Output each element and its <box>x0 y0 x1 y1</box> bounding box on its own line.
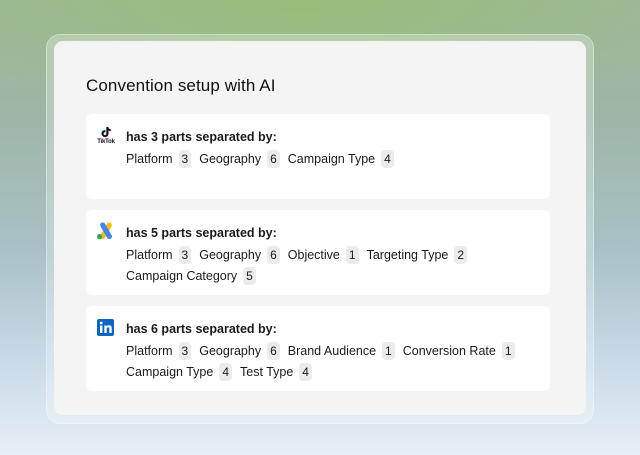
part-label: Campaign Type <box>287 151 376 166</box>
part-chip: Platform 3 <box>126 244 192 265</box>
part-label: Geography <box>199 343 262 358</box>
part-label: Platform <box>126 247 173 262</box>
part-label: Targeting Type <box>366 247 449 262</box>
part-label: Geography <box>199 247 262 262</box>
part-chip: Targeting Type 2 <box>366 244 468 265</box>
part-count-badge: 3 <box>178 149 192 168</box>
part-chip: Platform 3 <box>126 340 192 361</box>
part-chip: Geography 6 <box>199 340 280 361</box>
part-count-badge: 4 <box>219 362 233 381</box>
part-count-badge: 4 <box>299 362 312 381</box>
part-label: Objective <box>287 247 340 262</box>
part-label: Conversion Rate <box>402 343 496 358</box>
part-label: Campaign Category <box>126 268 238 283</box>
part-chip: Test Type 4 <box>240 361 312 382</box>
linkedin-icon <box>97 319 117 339</box>
part-chip: Conversion Rate 1 <box>403 340 515 361</box>
part-count-badge: 6 <box>267 341 280 360</box>
part-chip: Geography 6 <box>199 244 280 265</box>
parts-list: Platform 3 Geography 6 Objective 1 Targetin… <box>126 244 542 286</box>
parts-list: Platform 3 Geography 6 Campaign Type 4 <box>126 148 542 169</box>
part-count-badge: 1 <box>501 341 515 360</box>
part-label: Geography <box>199 151 262 166</box>
part-count-badge: 4 <box>381 149 394 168</box>
part-label: Platform <box>126 151 173 166</box>
part-count-badge: 1 <box>345 245 359 264</box>
part-count-badge: 5 <box>243 266 256 285</box>
card-heading: has 6 parts separated by: <box>126 322 277 336</box>
part-count-badge: 6 <box>267 245 280 264</box>
part-chip: Campaign Category 5 <box>126 265 256 286</box>
part-label: Campaign Type <box>126 364 214 379</box>
part-count-badge: 6 <box>267 149 280 168</box>
part-count-badge: 3 <box>178 245 192 264</box>
card-heading: has 5 parts separated by: <box>126 226 277 240</box>
tiktok-wordmark: TikTok <box>97 139 115 145</box>
part-chip: Platform 3 <box>126 148 192 169</box>
part-count-badge: 1 <box>382 341 395 360</box>
part-label: Test Type <box>240 364 294 379</box>
part-chip: Objective 1 <box>288 244 359 265</box>
card-heading: has 3 parts separated by: <box>126 130 277 144</box>
part-label: Platform <box>126 343 173 358</box>
naming-card-google-ads: has 5 parts separated by: Platform 3 Geog… <box>86 210 550 295</box>
part-count-badge: 2 <box>454 245 468 264</box>
parts-list: Platform 3 Geography 6 Brand Audience 1 Con… <box>126 340 542 382</box>
tiktok-icon: TikTok <box>96 126 116 146</box>
naming-card-tiktok: TikTok has 3 parts separated by: Platfor… <box>86 114 550 199</box>
part-chip: Geography 6 <box>199 148 280 169</box>
part-count-badge: 3 <box>178 341 192 360</box>
part-chip: Campaign Type 4 <box>126 361 233 382</box>
part-chip: Brand Audience 1 <box>288 340 395 361</box>
google-ads-icon <box>96 222 116 242</box>
naming-card-linkedin: has 6 parts separated by: Platform 3 Geog… <box>86 306 550 391</box>
part-label: Brand Audience <box>287 343 377 358</box>
page-title: Convention setup with AI <box>86 76 276 95</box>
part-chip: Campaign Type 4 <box>288 148 394 169</box>
